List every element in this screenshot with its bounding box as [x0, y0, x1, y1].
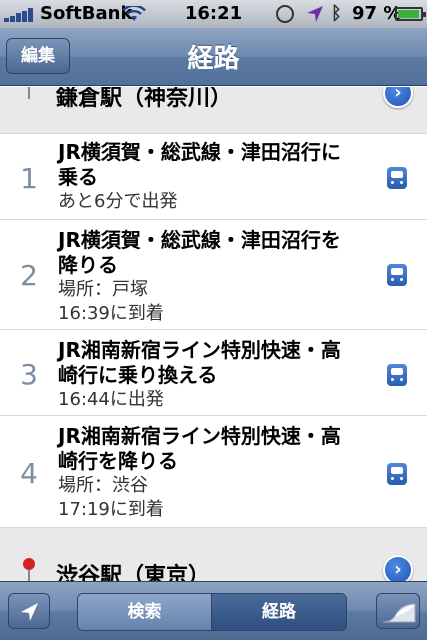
route-step[interactable]: 2 JR横須賀・総武線・津田沼行を 降りる 場所：戸塚 16:39に到着: [0, 220, 427, 330]
end-station-name: 渋谷駅（東京）: [56, 564, 211, 581]
start-station-name: 鎌倉駅（神奈川）: [56, 87, 233, 111]
step-instruction-line: JR横須賀・総武線・津田沼行に: [58, 140, 341, 164]
step-number: 1: [20, 162, 38, 195]
green-pin-icon: [22, 87, 36, 99]
route-step[interactable]: 3 JR湘南新宿ライン特別快速・高 崎行に乗り換える 16:44に出発: [0, 330, 427, 416]
step-detail-line: 16:39に到着: [58, 303, 164, 324]
status-bar: SoftBank 16:21 ᛒ 97 %: [0, 0, 427, 28]
end-station-row[interactable]: 渋谷駅（東京） ›: [0, 528, 427, 581]
train-icon: [387, 264, 407, 286]
step-detail-line: 17:19に到着: [58, 499, 164, 520]
mode-segmented-control: 検索 経路: [77, 593, 347, 631]
step-instruction: JR湘南新宿ライン特別快速・高 崎行に乗り換える: [58, 338, 358, 388]
step-instruction: JR横須賀・総武線・津田沼行に 乗る: [58, 140, 358, 190]
step-instruction: JR横須賀・総武線・津田沼行を 降りる: [58, 228, 358, 278]
step-detail-line: 16:44に出発: [58, 389, 164, 410]
step-detail: 場所：戸塚 16:39に到着: [58, 278, 164, 326]
step-instruction-line: 降りる: [58, 253, 118, 277]
page-curl-button[interactable]: [376, 593, 420, 629]
train-icon: [387, 167, 407, 189]
step-detail-line: 場所：渋谷: [58, 475, 148, 496]
step-number: 3: [20, 358, 38, 391]
route-tab[interactable]: 経路: [212, 594, 346, 630]
train-icon: [387, 463, 407, 485]
start-station-row[interactable]: 鎌倉駅（神奈川） ›: [0, 87, 427, 133]
route-step[interactable]: 1 JR横須賀・総武線・津田沼行に 乗る あと6分で出発: [0, 134, 427, 220]
battery-icon: [395, 7, 426, 21]
current-location-button[interactable]: [8, 593, 50, 629]
step-detail: 16:44に出発: [58, 388, 164, 412]
step-detail: 場所：渋谷 17:19に到着: [58, 474, 164, 522]
orientation-lock-icon: [276, 5, 294, 23]
detail-disclosure-icon[interactable]: ›: [383, 555, 413, 581]
step-instruction: JR湘南新宿ライン特別快速・高 崎行を降りる: [58, 424, 358, 474]
step-number: 4: [20, 457, 38, 490]
route-step[interactable]: 4 JR湘南新宿ライン特別快速・高 崎行を降りる 場所：渋谷 17:19に到着: [0, 416, 427, 528]
step-detail: あと6分で出発: [58, 190, 177, 214]
bluetooth-icon: ᛒ: [331, 3, 342, 24]
page-title: 経路: [187, 44, 240, 74]
step-instruction-line: 崎行に乗り換える: [58, 363, 218, 387]
location-arrow-icon: [21, 603, 38, 621]
step-detail-line: あと6分で出発: [58, 191, 178, 212]
train-icon: [387, 364, 407, 386]
location-arrow-icon: [307, 6, 323, 22]
page-curl-icon: [382, 603, 416, 623]
search-tab[interactable]: 検索: [78, 594, 212, 630]
battery-percent: 97 %: [352, 3, 402, 24]
route-list[interactable]: 鎌倉駅（神奈川） › 1 JR横須賀・総武線・津田沼行に 乗る あと6分で出発 …: [0, 87, 427, 581]
red-pin-icon: [22, 558, 36, 581]
step-instruction-line: JR湘南新宿ライン特別快速・高: [58, 338, 341, 362]
bottom-toolbar: 検索 経路: [0, 581, 427, 640]
step-instruction-line: 乗る: [58, 165, 98, 189]
step-instruction-line: JR湘南新宿ライン特別快速・高: [58, 424, 341, 448]
step-detail-line: 場所：戸塚: [58, 279, 148, 300]
navigation-bar: 編集 経路: [0, 28, 427, 86]
detail-disclosure-icon[interactable]: ›: [383, 87, 413, 108]
step-instruction-line: JR横須賀・総武線・津田沼行を: [58, 228, 341, 252]
step-number: 2: [20, 259, 38, 292]
step-instruction-line: 崎行を降りる: [58, 449, 178, 473]
